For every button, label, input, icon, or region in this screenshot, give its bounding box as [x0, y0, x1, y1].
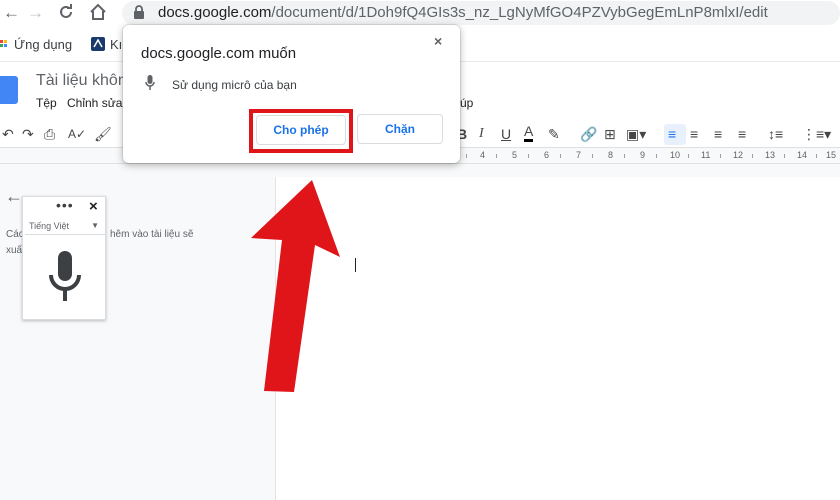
ruler-tick — [720, 154, 721, 158]
permission-close-icon[interactable]: × — [434, 33, 442, 49]
ruler-number: 14 — [797, 150, 808, 160]
outline-hint-text-right: hêm vào tài liệu sẽ — [110, 229, 194, 240]
line-spacing-icon[interactable]: ↕≡ — [768, 124, 783, 144]
voice-typing-panel: ••• × Tiếng Việt ▼ — [22, 196, 106, 320]
ruler-tick — [560, 154, 561, 158]
ruler-number: 15 — [826, 150, 837, 160]
undo-icon[interactable]: ↶ — [2, 124, 14, 144]
url-path: /document/d/1Doh9fQ4GIs3s_nz_LgNyMfGO4PZ… — [271, 4, 768, 21]
reload-icon[interactable] — [57, 3, 75, 21]
justify-icon[interactable]: ≡ — [738, 124, 746, 144]
permission-request-text: Sử dụng micrô của bạn — [172, 78, 297, 92]
outline-back-arrow-icon[interactable]: ← — [5, 186, 23, 207]
ruler-tick — [656, 154, 657, 158]
bookmark-apps[interactable]: Ứng dụng — [14, 37, 72, 52]
bookmark-favicon-icon — [91, 37, 105, 51]
permission-dialog-title: docs.google.com muốn — [141, 45, 297, 62]
document-title[interactable]: Tài liệu không — [36, 72, 136, 90]
microphone-icon — [145, 75, 155, 90]
menu-help[interactable]: úp — [460, 96, 473, 110]
ruler-tick — [624, 154, 625, 158]
print-icon[interactable]: ⎙ — [44, 124, 55, 144]
align-center-icon[interactable]: ≡ — [690, 124, 698, 144]
ruler-tick — [466, 154, 467, 158]
ruler-number: 13 — [765, 150, 776, 160]
ruler-number: 12 — [733, 150, 744, 160]
underline-button[interactable]: U — [501, 124, 511, 144]
ruler-tick — [496, 154, 497, 158]
align-right-icon[interactable]: ≡ — [714, 124, 722, 144]
spellcheck-icon[interactable]: A✓ — [68, 124, 86, 144]
ruler-tick — [528, 154, 529, 158]
ruler-tick — [752, 154, 753, 158]
docs-logo-icon[interactable] — [0, 76, 18, 104]
home-icon[interactable] — [89, 3, 107, 21]
italic-button[interactable]: I — [479, 124, 484, 144]
ruler-number: 9 — [640, 150, 646, 160]
permission-dialog: docs.google.com muốn × Sử dụng micrô của… — [123, 25, 460, 163]
voice-language-select[interactable]: Tiếng Việt ▼ — [25, 219, 105, 235]
ruler-number: 6 — [544, 150, 550, 160]
chevron-down-icon: ▼ — [91, 221, 99, 230]
insert-link-icon[interactable]: 🔗 — [580, 124, 597, 144]
apps-grid-icon[interactable] — [0, 40, 10, 50]
forward-arrow-icon[interactable]: → — [27, 2, 44, 24]
align-left-icon[interactable]: ≡ — [668, 124, 676, 144]
menu-edit[interactable]: Chỉnh sửa — [67, 96, 122, 110]
url-host: docs.google.com — [158, 4, 272, 21]
document-page[interactable] — [275, 177, 840, 500]
ruler-number: 11 — [701, 150, 711, 160]
ruler-tick — [688, 154, 689, 158]
bookmark-item[interactable]: Kı — [110, 37, 122, 52]
ruler-tick — [816, 154, 817, 158]
insert-image-icon[interactable]: ▣▾ — [626, 124, 646, 144]
url-text[interactable]: docs.google.com/document/d/1Doh9fQ4GIs3s… — [158, 4, 768, 21]
ruler-number: 8 — [608, 150, 614, 160]
back-arrow-icon[interactable]: ← — [3, 2, 20, 24]
browser-toolbar: ← → docs.google.com/document/d/1Doh9fQ4G… — [0, 0, 840, 28]
voice-language-label: Tiếng Việt — [29, 221, 70, 231]
ruler-number: 10 — [670, 150, 681, 160]
paint-format-icon[interactable]: 🖌 — [94, 124, 112, 144]
lock-icon[interactable] — [133, 4, 145, 20]
ruler-tick — [784, 154, 785, 158]
checklist-icon[interactable]: ⋮≡▾ — [802, 124, 831, 144]
insert-comment-icon[interactable]: ⊞ — [604, 124, 616, 144]
text-color-button[interactable]: A — [524, 124, 534, 142]
microphone-icon[interactable] — [45, 251, 85, 305]
highlight-color-icon[interactable]: ✎ — [548, 124, 560, 144]
redo-icon[interactable]: ↷ — [22, 124, 34, 144]
ruler-tick — [592, 154, 593, 158]
voice-menu-icon[interactable]: ••• — [56, 197, 74, 213]
ruler-number: 4 — [480, 150, 486, 160]
menu-file[interactable]: Tệp — [36, 96, 57, 110]
text-cursor — [355, 258, 356, 272]
ruler-number: 7 — [576, 150, 582, 160]
ruler-number: 5 — [512, 150, 518, 160]
outline-hint-text-2: xuấ — [6, 245, 23, 256]
block-button[interactable]: Chặn — [357, 114, 443, 144]
voice-close-icon[interactable]: × — [89, 198, 98, 215]
allow-button[interactable]: Cho phép — [256, 115, 346, 145]
